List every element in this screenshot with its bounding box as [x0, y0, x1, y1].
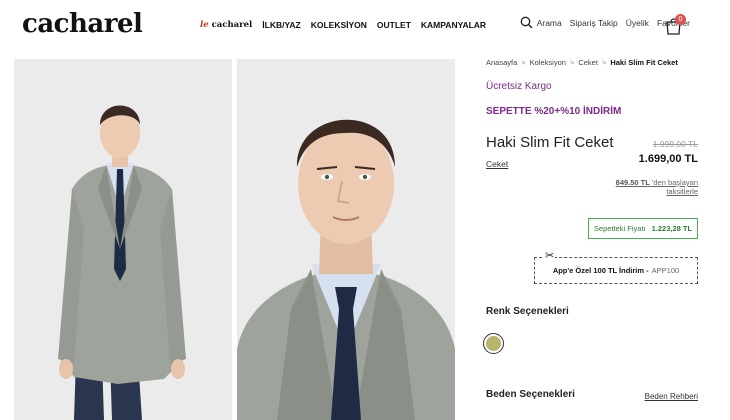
product-category-link[interactable]: Ceket: [486, 159, 508, 169]
model-closeup-illustration: [237, 59, 455, 420]
membership-link[interactable]: Üyelik: [626, 18, 649, 28]
current-price: 1.699,00 TL: [638, 153, 698, 165]
breadcrumb-current: Haki Slim Fit Ceket: [610, 58, 678, 67]
promo-label: SEPETTE %20+%10 İNDİRİM: [486, 106, 622, 117]
basket-price-box: Sepetteki Fiyatı 1.223,28 TL: [588, 218, 698, 239]
search-button[interactable]: Arama: [520, 16, 562, 29]
size-options-heading: Beden Seçenekleri: [486, 389, 575, 400]
free-shipping-label: Ücretsiz Kargo: [486, 81, 552, 92]
main-nav: le cacharel İLKB/YAZ KOLEKSİYON OUTLET K…: [200, 20, 486, 30]
breadcrumb-koleksiyon[interactable]: Koleksiyon: [530, 58, 566, 67]
installment-text: 'den başlayan taksitlerle: [651, 178, 698, 196]
nav-item-kampanyalar[interactable]: KAMPANYALAR: [421, 20, 486, 30]
basket-price-label: Sepetteki Fiyatı: [593, 224, 646, 233]
coupon-code: APP100: [651, 266, 680, 275]
scissors-icon: ✂: [544, 249, 556, 262]
basket-price-value: 1.223,28 TL: [651, 224, 693, 233]
size-guide-link[interactable]: Beden Rehberi: [645, 392, 698, 401]
search-icon: [520, 16, 533, 29]
cart-count-badge: 0: [675, 14, 686, 25]
breadcrumb: Anasayfa > Koleksiyon > Ceket > Haki Sli…: [486, 58, 678, 67]
product-image-full[interactable]: [14, 59, 232, 420]
product-title: Haki Slim Fit Ceket: [486, 134, 614, 151]
breadcrumb-separator: >: [601, 58, 607, 67]
nav-item-le-cacharel[interactable]: le cacharel: [200, 20, 252, 30]
installment-amount: 849.50 TL: [615, 178, 650, 187]
breadcrumb-home[interactable]: Anasayfa: [486, 58, 517, 67]
brand-logo[interactable]: cacharel: [22, 9, 143, 39]
nav-item-ilkbyaz[interactable]: İLKB/YAZ: [262, 20, 300, 30]
app-coupon-box[interactable]: App'e Özel 100 TL İndirim - APP100: [534, 257, 698, 284]
nav-item-outlet[interactable]: OUTLET: [377, 20, 411, 30]
color-options-heading: Renk Seçenekleri: [486, 306, 569, 317]
color-swatch-fill: [486, 336, 501, 351]
order-tracking-link[interactable]: Sipariş Takip: [570, 18, 618, 28]
coupon-label: App'e Özel 100 TL İndirim -: [552, 266, 649, 275]
color-swatch-haki[interactable]: [483, 333, 504, 354]
model-full-illustration: [14, 59, 232, 420]
breadcrumb-separator: >: [521, 58, 526, 67]
installment-link[interactable]: 849.50 TL 'den başlayan taksitlerle: [600, 178, 698, 196]
nav-item-koleksiyon[interactable]: KOLEKSİYON: [311, 20, 367, 30]
site-header: cacharel le cacharel İLKB/YAZ KOLEKSİYON…: [0, 0, 730, 52]
breadcrumb-ceket[interactable]: Ceket: [578, 58, 598, 67]
old-price: 1.999,00 TL: [652, 139, 698, 149]
breadcrumb-separator: >: [569, 58, 575, 67]
search-label: Arama: [536, 17, 562, 28]
product-image-closeup[interactable]: [237, 59, 455, 420]
